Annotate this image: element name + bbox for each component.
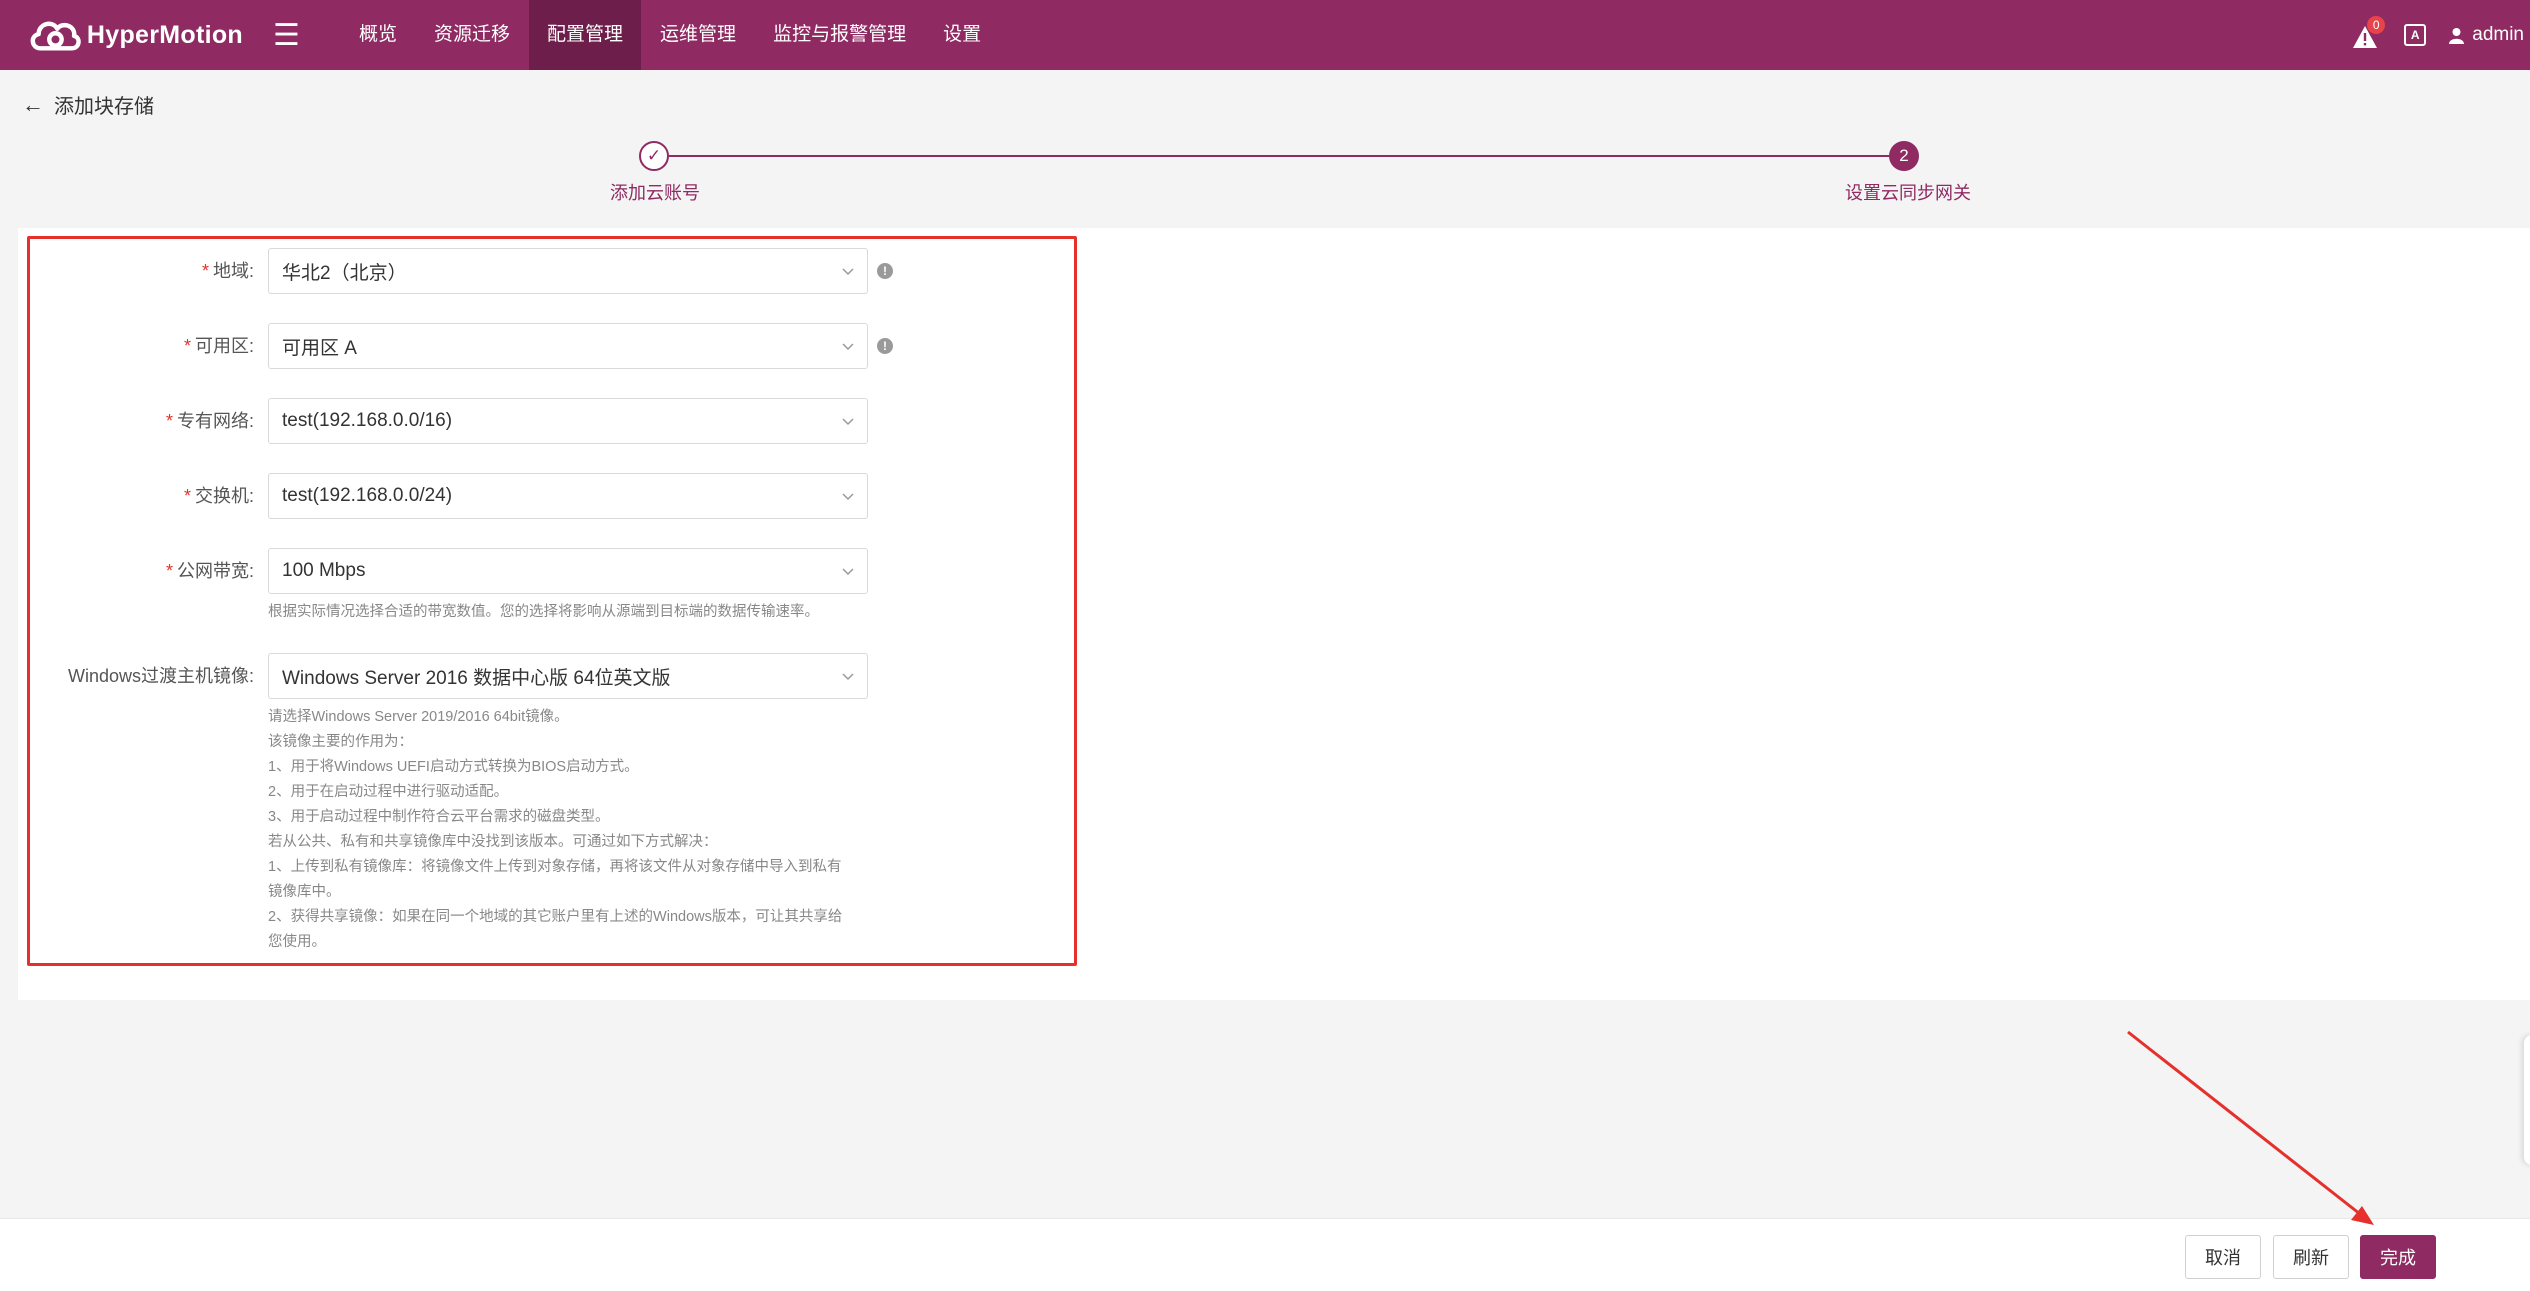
alert-button[interactable]: 0 — [2352, 16, 2386, 50]
user-icon — [2449, 27, 2465, 44]
step-check-icon: ✓ — [639, 141, 669, 171]
user-menu[interactable]: admin — [2448, 24, 2524, 46]
cloud-logo-icon — [30, 21, 81, 51]
refresh-button[interactable]: 刷新 — [2273, 1235, 2349, 1279]
annotation-highlight-box — [27, 236, 1077, 966]
menu-toggle-icon[interactable]: ☰ — [273, 18, 323, 53]
language-icon[interactable]: A — [2404, 24, 2427, 46]
alert-count-badge: 0 — [2367, 16, 2386, 34]
app-name: HyperMotion — [86, 20, 243, 49]
wizard-stepper: ✓ 添加云账号 2 设置云同步网关 — [0, 140, 2530, 210]
finish-button[interactable]: 完成 — [2360, 1235, 2436, 1279]
nav-item-overview[interactable]: 概览 — [341, 0, 415, 70]
step-label: 设置云同步网关 — [1845, 183, 1971, 203]
step-number: 2 — [1889, 141, 1919, 171]
step-connector — [669, 155, 1902, 157]
top-navigation-bar: HyperMotion ☰ 概览 资源迁移 配置管理 运维管理 监控与报警管理 … — [0, 0, 2530, 70]
main-nav: 概览 资源迁移 配置管理 运维管理 监控与报警管理 设置 — [341, 0, 1000, 70]
page-header: ← 添加块存储 — [22, 90, 154, 119]
side-float-tab[interactable] — [2524, 1035, 2530, 1165]
back-arrow-icon[interactable]: ← — [22, 92, 44, 118]
app-logo[interactable]: HyperMotion — [28, 12, 243, 58]
nav-item-settings[interactable]: 设置 — [925, 0, 999, 70]
nav-item-resource-migration[interactable]: 资源迁移 — [416, 0, 528, 70]
nav-item-monitoring-alerts[interactable]: 监控与报警管理 — [755, 0, 924, 70]
footer-action-bar: 取消 刷新 完成 — [0, 1218, 2530, 1291]
cancel-button[interactable]: 取消 — [2185, 1235, 2261, 1279]
topbar-right: 0 A admin — [2352, 0, 2530, 70]
nav-item-config-management[interactable]: 配置管理 — [529, 0, 642, 70]
page-title: 添加块存储 — [54, 96, 154, 118]
step-label: 添加云账号 — [610, 183, 700, 203]
username: admin — [2472, 24, 2524, 45]
nav-item-ops-management[interactable]: 运维管理 — [642, 0, 754, 70]
